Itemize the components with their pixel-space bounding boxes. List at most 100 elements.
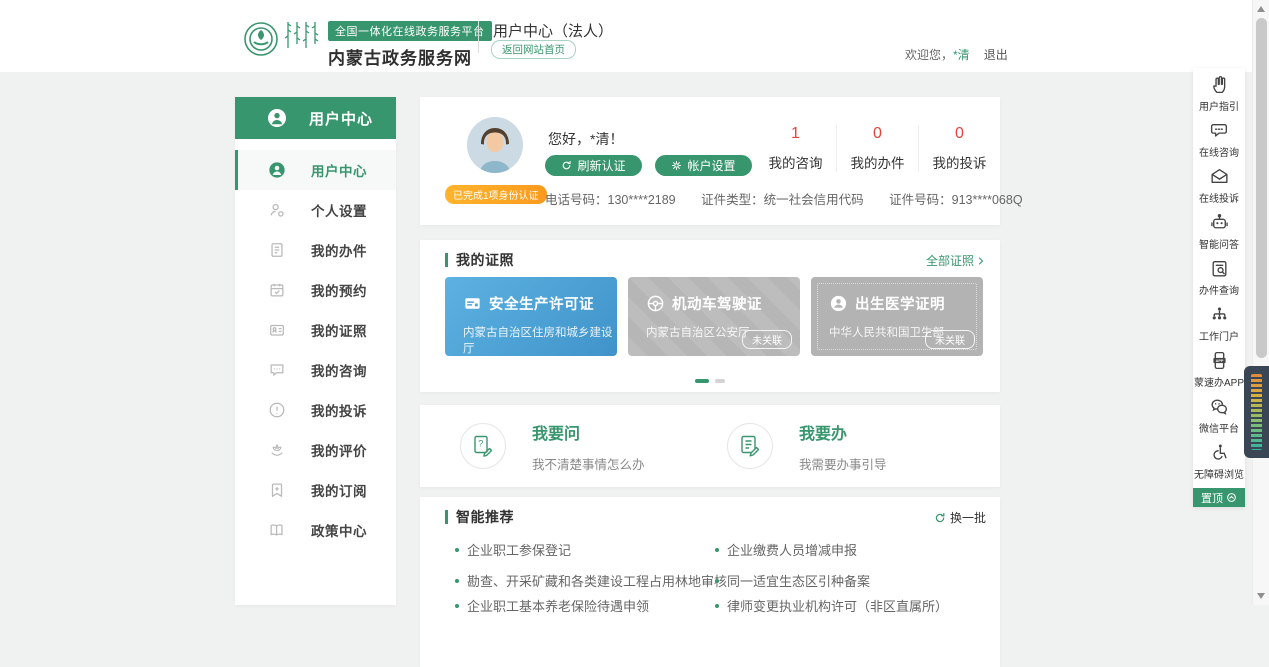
chevron-right-icon: [976, 256, 986, 266]
float-item-case-query[interactable]: 办件查询: [1193, 254, 1245, 300]
recommend-link[interactable]: 企业缴费人员增减申报: [715, 540, 857, 559]
sidebar-header: 用户中心: [235, 97, 396, 139]
site-name: 内蒙古政务服务网: [328, 44, 492, 69]
float-item-user-guide[interactable]: 用户指引: [1193, 70, 1245, 116]
phone-app-icon: APP: [1209, 350, 1230, 371]
sidebar-item-my-licenses[interactable]: 我的证照: [235, 310, 396, 350]
question-doc-icon: ?: [460, 423, 506, 469]
phone-label: 电话号码：: [545, 193, 608, 207]
sidebar-item-my-reviews[interactable]: 我的评价: [235, 430, 396, 470]
page-scrollbar[interactable]: [1252, 0, 1269, 605]
carousel-dot-active[interactable]: [695, 379, 709, 383]
svg-text:?: ?: [478, 439, 483, 449]
recommend-link[interactable]: 同一适宜生态区引种备案: [715, 571, 870, 590]
header: 全国一体化在线政务服务平台 内蒙古政务服务网 用户中心（法人） 返回网站首页 欢…: [0, 0, 1252, 72]
carousel-dot[interactable]: [715, 379, 725, 383]
i-want-to-handle[interactable]: 我要办 我需要办事引导: [727, 405, 887, 487]
float-item-wechat-platform[interactable]: 微信平台: [1193, 392, 1245, 438]
sidebar-title: 用户中心: [309, 108, 373, 129]
do-title: 我要办: [799, 420, 887, 444]
float-item-mengsuban-app[interactable]: APP 蒙速办APP: [1193, 346, 1245, 392]
username[interactable]: *清: [953, 48, 970, 62]
recommend-card: 智能推荐 换一批 企业职工参保登记 勘查、开采矿藏和各类建设工程占用林地审核 企…: [420, 497, 1000, 667]
sidebar-item-my-cases[interactable]: 我的办件: [235, 230, 396, 270]
float-item-online-complaint[interactable]: 在线投诉: [1193, 162, 1245, 208]
licenses-card: 我的证照 全部证照 安全生产许可证 内蒙古自治区住房和城乡建设厅: [420, 240, 1000, 392]
sidebar-item-my-complaints[interactable]: 我的投诉: [235, 390, 396, 430]
license-card-birth-certificate[interactable]: 出生医学证明 中华人民共和国卫生部 未关联: [811, 277, 983, 356]
exclamation-circle-icon: [268, 401, 286, 419]
stat-complaints[interactable]: 0 我的投诉: [918, 125, 1000, 172]
scroll-down-arrow[interactable]: [1257, 593, 1265, 599]
sidebar-item-my-consultations[interactable]: 我的咨询: [235, 350, 396, 390]
welcome-text: 欢迎您，*清退出: [905, 46, 1008, 63]
change-batch-button[interactable]: 换一批: [934, 509, 986, 526]
recommend-section-header: 智能推荐: [445, 507, 514, 527]
id-card-icon: [268, 321, 286, 339]
back-home-button[interactable]: 返回网站首页: [491, 40, 576, 59]
stat-value: 0: [837, 125, 918, 143]
sidebar-item-my-appointments[interactable]: 我的预约: [235, 270, 396, 310]
logout-link[interactable]: 退出: [984, 48, 1008, 62]
cert-no-label: 证件号码：: [889, 193, 952, 207]
wechat-icon: [1209, 396, 1230, 417]
account-settings-button[interactable]: 帐户设置: [655, 155, 752, 176]
stat-label: 我的办件: [837, 152, 918, 172]
refresh-auth-button[interactable]: 刷新认证: [545, 155, 642, 176]
unlinked-badge: 未关联: [742, 330, 792, 349]
float-item-work-portal[interactable]: 工作门户: [1193, 300, 1245, 346]
bullet-dot: [715, 604, 719, 608]
float-item-accessibility[interactable]: 无障碍浏览: [1193, 438, 1245, 484]
profile-card: 已完成1项身份认证 您好，*清！ 刷新认证 帐户设置 1 我的咨询 0 我的办件…: [420, 97, 1000, 225]
stat-label: 我的咨询: [755, 152, 836, 172]
cert-no-value: 913****068Q: [952, 193, 1023, 207]
document-search-icon: [1209, 258, 1230, 279]
sidebar-item-personal-settings[interactable]: 个人设置: [235, 190, 396, 230]
circle-up-icon: [1226, 492, 1237, 503]
stat-cases[interactable]: 0 我的办件: [836, 125, 918, 172]
stat-consultations[interactable]: 1 我的咨询: [755, 125, 836, 172]
sidebar-item-user-center[interactable]: 用户中心: [235, 150, 396, 190]
scroll-up-arrow[interactable]: [1257, 6, 1265, 12]
view-all-licenses-link[interactable]: 全部证照: [926, 252, 986, 269]
gear-icon: [671, 160, 682, 171]
recommend-link[interactable]: 律师变更执业机构许可（非区直属所）: [715, 596, 948, 615]
float-item-online-consult[interactable]: 在线咨询: [1193, 116, 1245, 162]
stat-value: 0: [919, 125, 1000, 143]
refresh-icon: [934, 512, 946, 524]
checklist-pen-icon: [727, 423, 773, 469]
recommend-link[interactable]: 企业职工基本养老保险待遇申领: [455, 596, 649, 615]
do-description: 我需要办事引导: [799, 454, 887, 473]
ask-title: 我要问: [532, 420, 645, 444]
accessibility-meter-widget[interactable]: [1244, 366, 1269, 458]
unlinked-badge: 未关联: [925, 330, 975, 349]
sidebar-item-policy-center[interactable]: 政策中心: [235, 510, 396, 550]
license-card-safety-production[interactable]: 安全生产许可证 内蒙古自治区住房和城乡建设厅: [445, 277, 617, 356]
chat-bubble-icon: [268, 361, 286, 379]
greeting-text: 您好，*清！: [548, 129, 623, 149]
national-emblem-icon: [829, 294, 848, 313]
recommend-link[interactable]: 勘查、开采矿藏和各类建设工程占用林地审核: [455, 571, 727, 590]
org-chart-icon: [1209, 304, 1230, 325]
ask-description: 我不清楚事情怎么办: [532, 454, 645, 473]
license-card-drivers-license[interactable]: 机动车驾驶证 内蒙古自治区公安厅 未关联: [628, 277, 800, 356]
sidebar-menu: 用户中心 个人设置 我的办件: [235, 139, 396, 550]
guide-card: ? 我要问 我不清楚事情怎么办 我要办 我需要办事引导: [420, 405, 1000, 487]
phone-value: 130****2189: [608, 193, 676, 207]
refresh-icon: [561, 160, 572, 171]
section-accent-bar: [445, 510, 448, 524]
scrollbar-thumb[interactable]: [1256, 18, 1267, 358]
cert-type-label: 证件类型：: [701, 193, 764, 207]
i-want-to-ask[interactable]: ? 我要问 我不清楚事情怎么办: [460, 405, 645, 487]
float-item-smart-qa[interactable]: 智能问答: [1193, 208, 1245, 254]
person-gear-icon: [268, 201, 286, 219]
user-circle-icon: [268, 161, 286, 179]
sidebar-item-my-subscriptions[interactable]: 我的订阅: [235, 470, 396, 510]
back-to-top-button[interactable]: 置顶: [1193, 488, 1245, 507]
carousel-pagination: [420, 379, 1000, 383]
recommend-link[interactable]: 企业职工参保登记: [455, 540, 571, 559]
document-icon: [268, 241, 286, 259]
bullet-dot: [715, 579, 719, 583]
robot-icon: [1209, 212, 1230, 233]
hand-pointer-icon: [1209, 74, 1230, 95]
